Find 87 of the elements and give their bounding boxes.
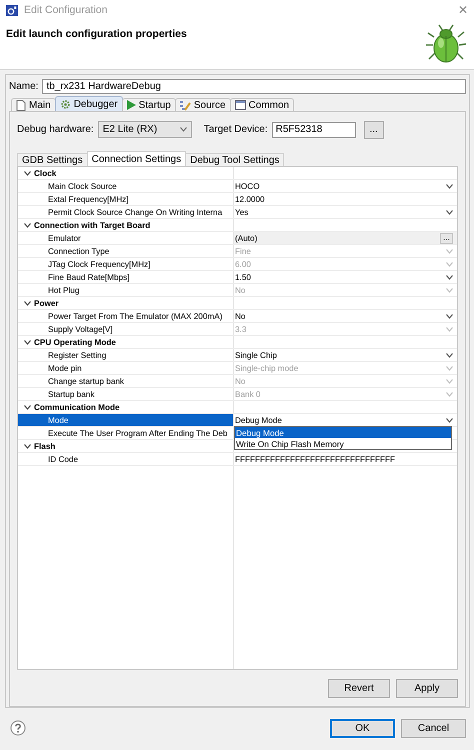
- push-button[interactable]: Apply: [396, 679, 458, 698]
- tab[interactable]: Debugger: [54, 96, 123, 111]
- target-device-field[interactable]: R5F52318: [272, 122, 356, 138]
- debug-hardware-dropdown[interactable]: E2 Lite (RX): [98, 121, 192, 138]
- property-name: Main Clock Source: [48, 182, 117, 190]
- property-name: Connection Type: [48, 246, 110, 256]
- help-icon[interactable]: [10, 720, 26, 736]
- property-row[interactable]: Emulator: [18, 232, 233, 244]
- chevron-down-icon[interactable]: [24, 222, 31, 228]
- chevron-down-icon[interactable]: [24, 444, 31, 448]
- group-label: Communication Mode: [34, 402, 120, 412]
- property-name: Emulator: [48, 234, 81, 242]
- chevron-down-icon[interactable]: [24, 404, 31, 410]
- push-button[interactable]: OK: [330, 718, 395, 738]
- property-name: Register Setting: [48, 350, 106, 360]
- property-name: Change startup bank: [48, 376, 124, 386]
- property-name: Fine Baud Rate[Mbps]: [48, 272, 130, 282]
- property-name: Startup bank: [48, 390, 94, 398]
- target-device-label: Target Device:: [204, 124, 268, 135]
- property-row[interactable]: Power Target From The Emulator (MAX 200mA): [18, 310, 233, 322]
- debug-hardware-label: Debug hardware:: [17, 124, 94, 135]
- window-icon: [234, 100, 246, 110]
- push-button[interactable]: Cancel: [401, 718, 466, 738]
- chevron-down-icon[interactable]: [180, 127, 187, 132]
- property-name: Mode pin: [48, 364, 82, 372]
- property-value[interactable]: No: [235, 312, 246, 320]
- name-field[interactable]: tb_rx231 HardwareDebug: [42, 79, 466, 94]
- property-value[interactable]: 12.0000: [235, 194, 265, 204]
- browse-button[interactable]: ...: [364, 120, 384, 138]
- property-row[interactable]: Execute The User Program After Ending The Deb: [18, 427, 233, 439]
- group-label: Power: [34, 298, 59, 308]
- name-label: Name:: [9, 81, 38, 92]
- chevron-down-icon[interactable]: [446, 184, 453, 188]
- chevron-down-icon[interactable]: [446, 352, 453, 358]
- property-name: ID Code: [48, 454, 78, 464]
- play-icon: [126, 100, 136, 110]
- source-icon: [180, 100, 191, 110]
- chevron-down-icon[interactable]: [446, 210, 453, 214]
- tab[interactable]: Connection Settings: [86, 151, 186, 166]
- property-name: Hot Plug: [48, 286, 80, 294]
- tab[interactable]: GDB Settings: [17, 153, 88, 166]
- property-row[interactable]: ID Code: [18, 453, 233, 465]
- group-label: Flash: [34, 442, 56, 450]
- chevron-down-icon[interactable]: [24, 340, 31, 344]
- chevron-down-icon[interactable]: [24, 170, 31, 176]
- property-value[interactable]: FFFFFFFFFFFFFFFFFFFFFFFFFFFFFFFF: [235, 454, 396, 464]
- property-name: Permit Clock Source Change On Writing Interna: [48, 208, 222, 216]
- property-name: Mode: [48, 416, 68, 424]
- property-value[interactable]: Debug Mode: [235, 416, 282, 424]
- tab[interactable]: Source: [174, 98, 231, 111]
- page-icon: [16, 100, 26, 110]
- chevron-down-icon[interactable]: [446, 274, 453, 280]
- property-value[interactable]: (Auto): [235, 234, 258, 242]
- close-icon[interactable]: ✕: [458, 3, 468, 17]
- property-name: Execute The User Program After Ending The Deb: [48, 428, 228, 438]
- dropdown-option[interactable]: Debug Mode: [235, 427, 451, 438]
- property-row[interactable]: Permit Clock Source Change On Writing Interna: [18, 206, 233, 218]
- chevron-down-icon[interactable]: [24, 300, 31, 306]
- property-name: Power Target From The Emulator (MAX 200mA): [48, 312, 222, 320]
- window-title: Edit Configuration: [24, 4, 108, 16]
- chevron-down-icon[interactable]: [446, 418, 453, 422]
- gear-icon: [60, 98, 71, 110]
- property-row[interactable]: Main Clock Source: [18, 180, 233, 192]
- property-row[interactable]: Register Setting: [18, 349, 233, 361]
- group-label: Clock: [34, 168, 56, 178]
- browse-button[interactable]: ...: [440, 232, 453, 244]
- dropdown-option[interactable]: Write On Chip Flash Memory: [235, 438, 451, 449]
- property-value[interactable]: HOCO: [235, 182, 260, 190]
- property-value[interactable]: Single Chip: [235, 350, 277, 360]
- property-row[interactable]: Fine Baud Rate[Mbps]: [18, 271, 233, 283]
- dialog-heading: Edit launch configuration properties: [6, 28, 187, 42]
- push-button[interactable]: Revert: [328, 679, 390, 698]
- property-value[interactable]: Yes: [235, 208, 248, 216]
- property-value[interactable]: 1.50: [235, 272, 251, 282]
- tab[interactable]: Main: [11, 98, 56, 111]
- chevron-down-icon[interactable]: [446, 314, 453, 318]
- group-label: CPU Operating Mode: [34, 338, 116, 346]
- property-name: Extal Frequency[MHz]: [48, 194, 129, 204]
- property-row[interactable]: Extal Frequency[MHz]: [18, 193, 233, 205]
- tab[interactable]: Startup: [122, 98, 176, 111]
- property-name: JTag Clock Frequency[MHz]: [48, 260, 150, 268]
- group-label: Connection with Target Board: [34, 220, 150, 230]
- tab[interactable]: Common: [230, 98, 294, 111]
- tab[interactable]: Debug Tool Settings: [185, 153, 284, 166]
- property-name: Supply Voltage[V]: [48, 324, 113, 334]
- app-icon: [6, 4, 18, 16]
- property-row[interactable]: Mode: [18, 414, 233, 426]
